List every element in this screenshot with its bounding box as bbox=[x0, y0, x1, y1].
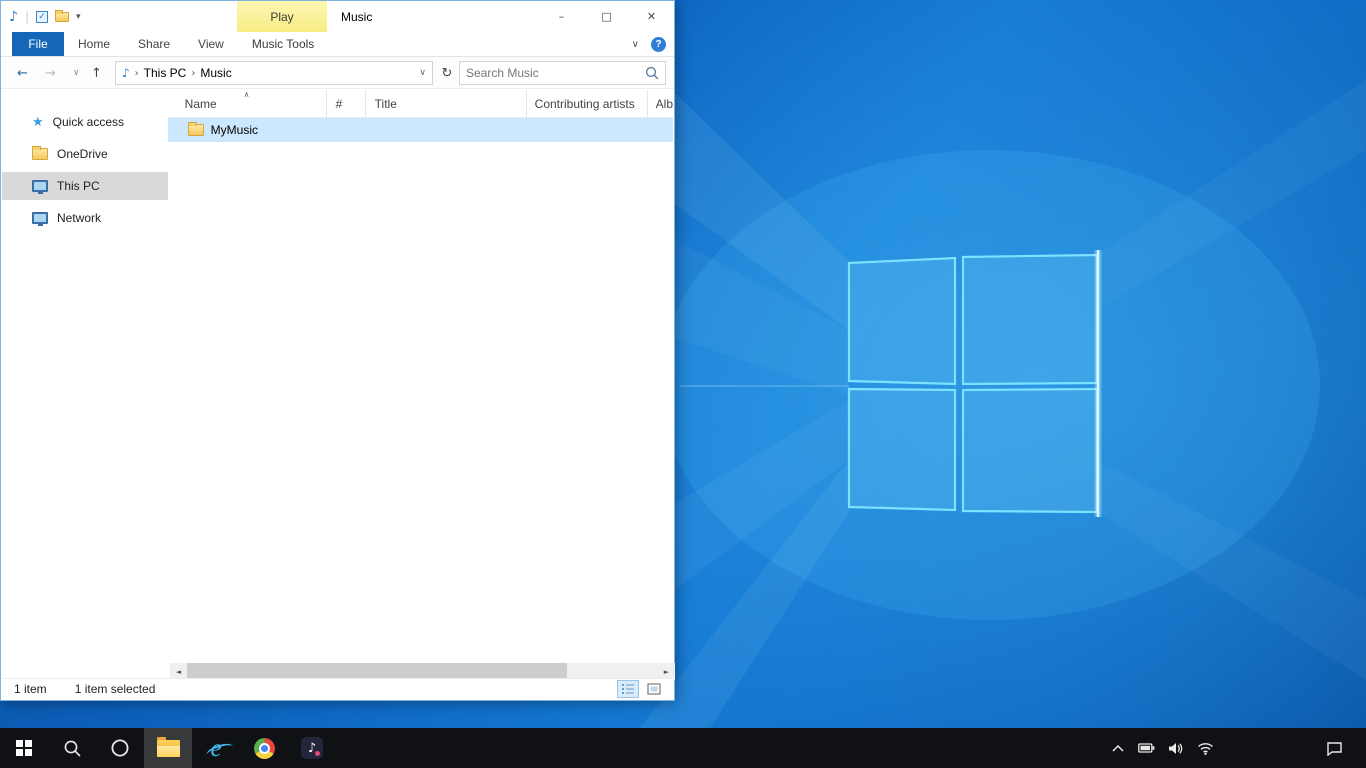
tab-play[interactable]: Play bbox=[237, 1, 327, 32]
chrome-icon bbox=[254, 738, 275, 759]
up-button[interactable]: ↑ bbox=[91, 57, 102, 89]
file-row-mymusic[interactable]: MyMusic bbox=[168, 118, 673, 142]
taskbar-internet-explorer-button[interactable]: e bbox=[192, 728, 240, 768]
view-toggles bbox=[617, 680, 665, 698]
file-explorer-icon bbox=[157, 740, 180, 757]
minimize-button[interactable]: – bbox=[539, 1, 584, 32]
help-icon[interactable]: ? bbox=[651, 37, 666, 52]
sidebar-item-label: Network bbox=[57, 211, 101, 225]
window-title: Music bbox=[341, 1, 372, 32]
onedrive-icon bbox=[32, 148, 48, 160]
navigation-bar: ← → ∨ ↑ ♪ › This PC › Music ∨ ↻ bbox=[1, 57, 674, 89]
toolbar-separator: | bbox=[25, 10, 29, 24]
music-folder-icon: ♪ bbox=[9, 9, 18, 25]
expand-ribbon-chevron-icon[interactable]: ∨ bbox=[632, 39, 639, 50]
cortana-button[interactable] bbox=[96, 728, 144, 768]
breadcrumb-this-pc[interactable]: This PC bbox=[144, 66, 187, 80]
forward-button[interactable]: → bbox=[45, 57, 56, 89]
large-icons-view-button[interactable] bbox=[643, 680, 665, 698]
taskbar-file-explorer-button[interactable] bbox=[144, 728, 192, 768]
music-location-icon: ♪ bbox=[122, 66, 130, 80]
sort-ascending-icon: ∧ bbox=[244, 90, 250, 99]
action-center-button[interactable] bbox=[1312, 728, 1356, 768]
properties-icon[interactable]: ✓ bbox=[36, 11, 48, 23]
search-box bbox=[459, 61, 666, 85]
details-view-icon bbox=[621, 683, 635, 695]
file-list: ∧ Name # Title Contributing artists Alb … bbox=[168, 90, 673, 661]
sidebar-item-this-pc[interactable]: This PC bbox=[2, 172, 168, 200]
column-header-contributing-artists[interactable]: Contributing artists bbox=[527, 90, 648, 117]
column-header-title[interactable]: Title bbox=[366, 90, 527, 117]
sidebar-item-onedrive[interactable]: OneDrive bbox=[2, 140, 168, 168]
quick-access-toolbar: ♪ | ✓ ▾ bbox=[9, 1, 81, 32]
taskbar-music-player-button[interactable]: ♪ bbox=[288, 728, 336, 768]
new-folder-icon[interactable] bbox=[55, 12, 69, 22]
address-bar[interactable]: ♪ › This PC › Music ∨ bbox=[115, 61, 433, 85]
sidebar-item-label: This PC bbox=[57, 179, 100, 193]
file-explorer-window: ♪ | ✓ ▾ Play Music – □ ✕ File Home Share… bbox=[0, 0, 675, 701]
customize-toolbar-chevron-icon[interactable]: ▾ bbox=[76, 12, 81, 22]
title-bar[interactable]: ♪ | ✓ ▾ Play Music – □ ✕ bbox=[1, 1, 674, 32]
search-icon[interactable] bbox=[645, 66, 659, 80]
taskbar: e ♪ bbox=[0, 728, 1366, 768]
windows-logo-icon bbox=[16, 740, 32, 756]
large-icons-view-icon bbox=[647, 683, 661, 695]
battery-icon[interactable] bbox=[1138, 743, 1155, 753]
tab-home[interactable]: Home bbox=[64, 32, 124, 56]
ribbon-tab-row: File Home Share View Music Tools ∨ ? bbox=[1, 32, 674, 57]
recent-locations-chevron-icon[interactable]: ∨ bbox=[73, 57, 80, 89]
sidebar-item-network[interactable]: Network bbox=[2, 204, 168, 232]
start-button[interactable] bbox=[0, 728, 48, 768]
sidebar-item-quick-access[interactable]: ★ Quick access bbox=[2, 108, 168, 136]
this-pc-icon bbox=[32, 180, 48, 192]
address-dropdown-chevron-icon[interactable]: ∨ bbox=[419, 68, 426, 78]
sidebar-item-label: Quick access bbox=[53, 115, 124, 129]
close-button[interactable]: ✕ bbox=[629, 1, 674, 32]
volume-icon[interactable] bbox=[1168, 742, 1184, 755]
music-player-icon: ♪ bbox=[301, 737, 323, 759]
main-area: ★ Quick access OneDrive This PC Network … bbox=[2, 90, 673, 661]
sidebar-item-label: OneDrive bbox=[57, 147, 108, 161]
tab-file[interactable]: File bbox=[12, 32, 64, 56]
back-button[interactable]: ← bbox=[17, 57, 28, 89]
tab-music-tools[interactable]: Music Tools bbox=[238, 32, 328, 56]
maximize-button[interactable]: □ bbox=[584, 1, 629, 32]
search-input[interactable] bbox=[460, 66, 645, 80]
window-controls: – □ ✕ bbox=[539, 1, 674, 32]
breadcrumb-music[interactable]: Music bbox=[200, 66, 231, 80]
search-icon bbox=[63, 739, 82, 758]
taskbar-search-button[interactable] bbox=[48, 728, 96, 768]
hidden-icons-chevron-icon[interactable] bbox=[1111, 744, 1125, 753]
column-header-album[interactable]: Alb bbox=[648, 90, 673, 117]
file-name: MyMusic bbox=[211, 123, 258, 137]
breadcrumb-chevron-icon[interactable]: › bbox=[135, 68, 139, 79]
tab-view[interactable]: View bbox=[184, 32, 238, 56]
taskbar-chrome-button[interactable] bbox=[240, 728, 288, 768]
column-headers: ∧ Name # Title Contributing artists Alb bbox=[168, 90, 673, 118]
refresh-button[interactable]: ↻ bbox=[437, 61, 457, 85]
system-tray bbox=[1111, 728, 1214, 768]
network-wifi-icon[interactable] bbox=[1197, 742, 1214, 755]
item-count: 1 item bbox=[14, 682, 47, 696]
quick-access-star-icon: ★ bbox=[32, 115, 44, 130]
cortana-icon bbox=[110, 738, 130, 758]
internet-explorer-icon: e bbox=[210, 736, 221, 761]
action-center-icon bbox=[1326, 741, 1343, 756]
status-bar: 1 item 1 item selected bbox=[2, 678, 673, 699]
selection-count: 1 item selected bbox=[75, 682, 156, 696]
column-header-number[interactable]: # bbox=[327, 90, 366, 117]
breadcrumb-chevron-icon[interactable]: › bbox=[191, 68, 195, 79]
folder-icon bbox=[188, 124, 204, 136]
tab-share[interactable]: Share bbox=[124, 32, 184, 56]
details-view-button[interactable] bbox=[617, 680, 639, 698]
navigation-pane: ★ Quick access OneDrive This PC Network bbox=[2, 90, 168, 661]
network-icon bbox=[32, 212, 48, 224]
